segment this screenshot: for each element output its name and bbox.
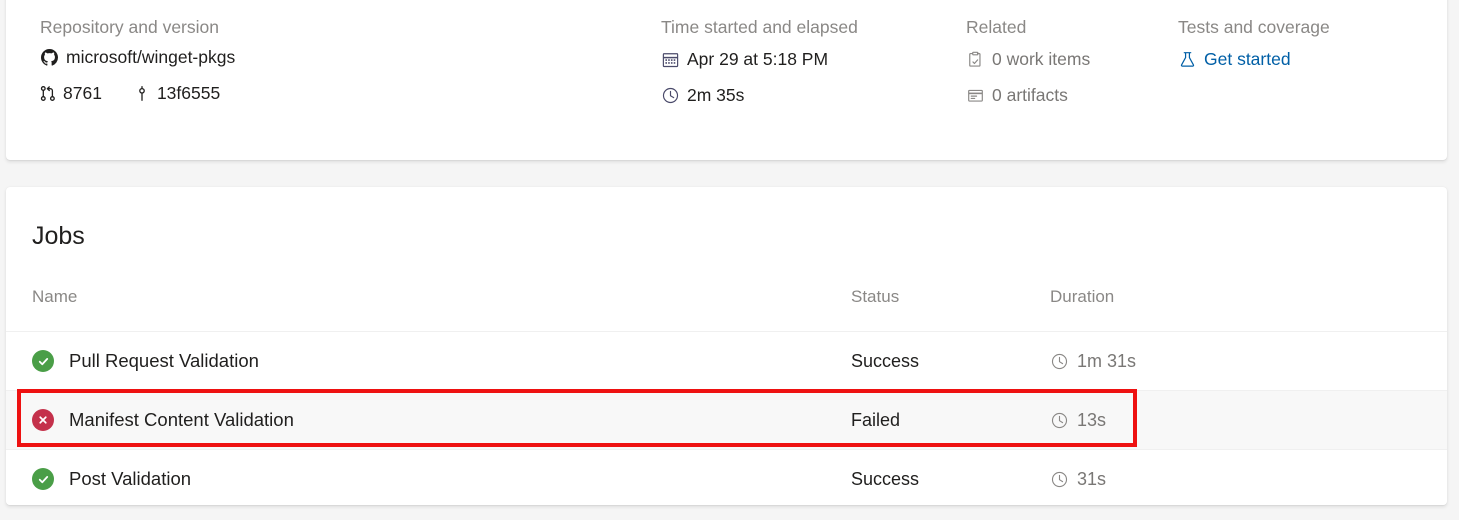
related-section-heading: Related bbox=[966, 17, 1027, 37]
success-check-icon bbox=[32, 350, 54, 372]
build-summary-page: Repository and version microsoft/winget-… bbox=[0, 0, 1459, 520]
job-name-cell[interactable]: Post Validation bbox=[32, 450, 191, 505]
work-item-icon bbox=[966, 50, 985, 69]
calendar-icon bbox=[661, 50, 680, 69]
tests-and-coverage-section: Tests and coverage Get started bbox=[1178, 16, 1330, 82]
repository-section-heading: Repository and version bbox=[40, 17, 219, 37]
job-duration-label: 31s bbox=[1077, 468, 1107, 489]
job-status-cell: Failed bbox=[851, 391, 900, 449]
job-duration-label: 13s bbox=[1077, 409, 1107, 430]
repository-and-version-section: Repository and version microsoft/winget-… bbox=[40, 16, 235, 106]
time-started-row: Apr 29 at 5:18 PM bbox=[661, 46, 858, 72]
job-status-label: Success bbox=[851, 468, 920, 489]
job-duration-cell: 13s bbox=[1050, 391, 1106, 449]
artifact-icon bbox=[966, 86, 985, 105]
job-name-label: Post Validation bbox=[69, 468, 192, 489]
pull-request-number: 8761 bbox=[63, 83, 102, 103]
clock-icon bbox=[1050, 470, 1069, 489]
jobs-table-header: Name Status Duration bbox=[6, 276, 1447, 331]
time-started-value: Apr 29 at 5:18 PM bbox=[687, 49, 829, 69]
failed-x-icon bbox=[32, 409, 54, 431]
artifacts-value: 0 artifacts bbox=[992, 85, 1068, 105]
repository-name-row[interactable]: microsoft/winget-pkgs bbox=[40, 44, 235, 70]
column-header-name: Name bbox=[32, 287, 78, 306]
column-header-duration: Duration bbox=[1050, 287, 1115, 306]
jobs-title: Jobs bbox=[32, 222, 85, 250]
job-status-cell: Success bbox=[851, 450, 919, 505]
repository-meta-row: 8761 13f6555 bbox=[40, 80, 235, 106]
commit-ref[interactable]: 13f6555 bbox=[134, 80, 220, 106]
tests-section-heading: Tests and coverage bbox=[1178, 17, 1330, 37]
job-duration-label: 1m 31s bbox=[1077, 350, 1137, 371]
job-duration-wrap: 1m 31s bbox=[1050, 351, 1136, 372]
work-items-value: 0 work items bbox=[992, 49, 1091, 69]
tests-get-started-link[interactable]: Get started bbox=[1178, 46, 1330, 72]
table-row[interactable]: Manifest Content Validation Failed 13s bbox=[6, 390, 1447, 449]
clock-icon bbox=[1050, 352, 1069, 371]
commit-hash: 13f6555 bbox=[156, 83, 221, 103]
job-name-cell[interactable]: Pull Request Validation bbox=[32, 332, 259, 390]
job-duration-wrap: 13s bbox=[1050, 410, 1106, 431]
time-elapsed-value: 2m 35s bbox=[687, 85, 745, 105]
job-status-label: Failed bbox=[851, 409, 901, 430]
job-status-cell: Success bbox=[851, 332, 919, 390]
github-icon bbox=[40, 48, 59, 67]
clock-icon bbox=[661, 86, 680, 105]
time-section-heading: Time started and elapsed bbox=[661, 17, 858, 37]
beaker-icon bbox=[1178, 50, 1197, 69]
job-name-label: Pull Request Validation bbox=[69, 350, 259, 371]
table-row[interactable]: Post Validation Success 31s bbox=[6, 449, 1447, 505]
job-duration-cell: 1m 31s bbox=[1050, 332, 1136, 390]
tests-get-started-label: Get started bbox=[1204, 49, 1291, 69]
artifacts-row[interactable]: 0 artifacts bbox=[966, 82, 1090, 108]
column-header-status: Status bbox=[851, 287, 900, 306]
build-summary-card: Repository and version microsoft/winget-… bbox=[6, 0, 1447, 160]
job-duration-cell: 31s bbox=[1050, 450, 1106, 505]
clock-icon bbox=[1050, 411, 1069, 430]
success-check-icon bbox=[32, 468, 54, 490]
time-started-and-elapsed-section: Time started and elapsed Apr 29 at 5:18 … bbox=[661, 16, 858, 118]
repository-name: microsoft/winget-pkgs bbox=[66, 47, 236, 67]
pull-request-icon bbox=[40, 85, 56, 102]
job-duration-wrap: 31s bbox=[1050, 469, 1106, 490]
job-status-label: Success bbox=[851, 350, 920, 371]
related-section: Related 0 work items 0 artifacts bbox=[966, 16, 1090, 118]
time-elapsed-row: 2m 35s bbox=[661, 82, 858, 108]
jobs-table: Name Status Duration Pull Request Valida… bbox=[6, 276, 1447, 505]
jobs-card: Jobs Name Status Duration Pull Request V… bbox=[6, 187, 1447, 505]
pull-request-ref[interactable]: 8761 bbox=[40, 80, 102, 106]
commit-icon bbox=[134, 85, 150, 102]
job-name-cell[interactable]: Manifest Content Validation bbox=[32, 391, 294, 449]
table-row[interactable]: Pull Request Validation Success 1m 31s bbox=[6, 331, 1447, 390]
job-name-label: Manifest Content Validation bbox=[69, 409, 294, 430]
work-items-row[interactable]: 0 work items bbox=[966, 46, 1090, 72]
